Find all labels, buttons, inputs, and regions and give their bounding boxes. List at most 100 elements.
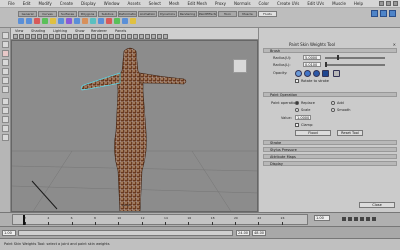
op-add-radio[interactable] xyxy=(331,101,335,105)
viewport-toolbar-icon[interactable] xyxy=(121,34,126,39)
shelf-tab-surfaces[interactable]: Surfaces xyxy=(58,11,77,17)
move-tool-icon[interactable] xyxy=(2,59,9,66)
close-button[interactable]: Close xyxy=(359,202,395,208)
shelf-tool-icon[interactable] xyxy=(106,18,112,24)
viewport-toolbar-icon[interactable] xyxy=(127,34,132,39)
scale-tool-icon[interactable] xyxy=(2,77,9,84)
play-forward-icon[interactable] xyxy=(360,217,364,221)
shelf-tool-icon[interactable] xyxy=(50,18,56,24)
section-stylus-pressure[interactable]: Stylus Pressure xyxy=(263,147,397,152)
brush-profile-file-icon[interactable] xyxy=(333,70,340,77)
viewport-toolbar-icon[interactable] xyxy=(145,34,150,39)
shelf-tool-icon[interactable] xyxy=(74,18,80,24)
viewport-toolbar-icon[interactable] xyxy=(73,34,78,39)
brush-profile-gaussian-icon[interactable] xyxy=(295,70,302,77)
viewport-toolbar-icon[interactable] xyxy=(163,34,168,39)
radius-l-field[interactable]: 0.0100 xyxy=(303,62,321,67)
current-frame-field[interactable]: 1.00 xyxy=(314,215,330,221)
select-tool-icon[interactable] xyxy=(2,32,9,39)
shelf-tool-icon[interactable] xyxy=(18,18,24,24)
toggle-attribute-editor-icon[interactable] xyxy=(371,10,378,17)
viewport-toolbar-icon[interactable] xyxy=(79,34,84,39)
radius-l-slider-handle[interactable] xyxy=(325,62,327,67)
viewport-toolbar-icon[interactable] xyxy=(91,34,96,39)
section-brush[interactable]: Brush xyxy=(263,48,397,53)
menu-window[interactable]: Window xyxy=(104,1,120,6)
viewport-toolbar-icon[interactable] xyxy=(61,34,66,39)
reset-tool-button[interactable]: Reset Tool xyxy=(337,130,363,136)
menu-create-uvs[interactable]: Create UVs xyxy=(277,1,299,6)
viewport-menu-shading[interactable]: Shading xyxy=(31,29,45,33)
range-start-field[interactable]: 1.00 xyxy=(2,230,16,236)
shelf-tool-icon[interactable] xyxy=(34,18,40,24)
maximize-button[interactable] xyxy=(386,1,391,6)
lasso-tool-icon[interactable] xyxy=(2,41,9,48)
shelf-tab-deformation[interactable]: Deformation xyxy=(118,11,137,17)
viewport-toolbar-icon[interactable] xyxy=(25,34,30,39)
range-slider[interactable] xyxy=(18,230,233,236)
shelf-tool-icon[interactable] xyxy=(90,18,96,24)
shelf-tab-fluids[interactable]: Fluids xyxy=(258,11,277,17)
viewport-toolbar-icon[interactable] xyxy=(31,34,36,39)
minimize-button[interactable] xyxy=(379,1,384,6)
brush-profile-soft-icon[interactable] xyxy=(304,70,311,77)
shelf-tool-icon[interactable] xyxy=(58,18,64,24)
menu-mesh[interactable]: Mesh xyxy=(169,1,180,6)
menu-muscle[interactable]: Muscle xyxy=(332,1,346,6)
flood-button[interactable]: Flood xyxy=(295,130,331,136)
viewport-toolbar-icon[interactable] xyxy=(103,34,108,39)
viewport-toolbar-icon[interactable] xyxy=(43,34,48,39)
viewport-toolbar-icon[interactable] xyxy=(13,34,18,39)
layout-side-icon[interactable] xyxy=(2,116,9,123)
viewport-menu-view[interactable]: View xyxy=(15,29,23,33)
shelf-tab-rendering[interactable]: Rendering xyxy=(178,11,197,17)
shelf-tool-icon[interactable] xyxy=(130,18,136,24)
shelf-tool-icon[interactable] xyxy=(98,18,104,24)
animation-end-field[interactable]: 48.00 xyxy=(252,230,266,236)
layout-four-icon[interactable] xyxy=(2,107,9,114)
menu-create[interactable]: Create xyxy=(60,1,73,6)
close-window-button[interactable] xyxy=(393,1,398,6)
layout-stack-icon[interactable] xyxy=(2,125,9,132)
play-backward-icon[interactable] xyxy=(354,217,358,221)
shelf-tab-animation[interactable]: Animation xyxy=(138,11,157,17)
menu-proxy[interactable]: Proxy xyxy=(215,1,226,6)
shelf-tab-subdivs[interactable]: Subdivs xyxy=(98,11,117,17)
shelf-tool-icon[interactable] xyxy=(66,18,72,24)
viewport-toolbar-icon[interactable] xyxy=(19,34,24,39)
viewport-menu-renderer[interactable]: Renderer xyxy=(91,29,107,33)
shelf-tab-polygons[interactable]: Polygons xyxy=(78,11,97,17)
viewport-toolbar-icon[interactable] xyxy=(67,34,72,39)
shelf-tab-general[interactable]: General xyxy=(18,11,37,17)
shelf-tab-dynamics[interactable]: Dynamics xyxy=(158,11,177,17)
viewport-toolbar-icon[interactable] xyxy=(49,34,54,39)
menu-edit-uvs[interactable]: Edit UVs xyxy=(307,1,324,6)
viewport-menu-panels[interactable]: Panels xyxy=(115,29,126,33)
viewport-persp[interactable]: persp xyxy=(11,40,258,212)
viewport-toolbar-icon[interactable] xyxy=(151,34,156,39)
op-scale-radio[interactable] xyxy=(295,108,299,112)
manipulator-tool-icon[interactable] xyxy=(2,86,9,93)
time-slider-track[interactable]: 2 4 6 8 10 12 14 16 18 20 22 24 xyxy=(12,214,308,225)
shelf-tool-icon[interactable] xyxy=(26,18,32,24)
shelf-tab-muscle[interactable]: Muscle xyxy=(238,11,257,17)
menu-color[interactable]: Color xyxy=(259,1,269,6)
shelf-tool-icon[interactable] xyxy=(42,18,48,24)
shelf-tab-painteffects[interactable]: PaintEffects xyxy=(198,11,217,17)
viewport-toolbar-icon[interactable] xyxy=(157,34,162,39)
section-paint-operation[interactable]: Paint Operation xyxy=(263,92,397,97)
viewcube-icon[interactable] xyxy=(233,59,247,73)
go-to-start-icon[interactable] xyxy=(342,217,346,221)
step-forward-icon[interactable] xyxy=(366,217,370,221)
radius-u-field[interactable]: 5.0000 xyxy=(303,55,321,60)
radius-l-slider[interactable] xyxy=(325,64,385,66)
rotate-tool-icon[interactable] xyxy=(2,68,9,75)
menu-select[interactable]: Select xyxy=(149,1,161,6)
section-attribute-maps[interactable]: Attribute Maps xyxy=(263,154,397,159)
viewport-toolbar-icon[interactable] xyxy=(55,34,60,39)
range-end-field[interactable]: 24.00 xyxy=(236,230,250,236)
outliner-layout-icon[interactable] xyxy=(2,134,9,141)
toggle-channel-box-icon[interactable] xyxy=(389,10,396,17)
shelf-tab-curves[interactable]: Curves xyxy=(38,11,57,17)
rotate-to-stroke-checkbox[interactable] xyxy=(295,79,299,83)
